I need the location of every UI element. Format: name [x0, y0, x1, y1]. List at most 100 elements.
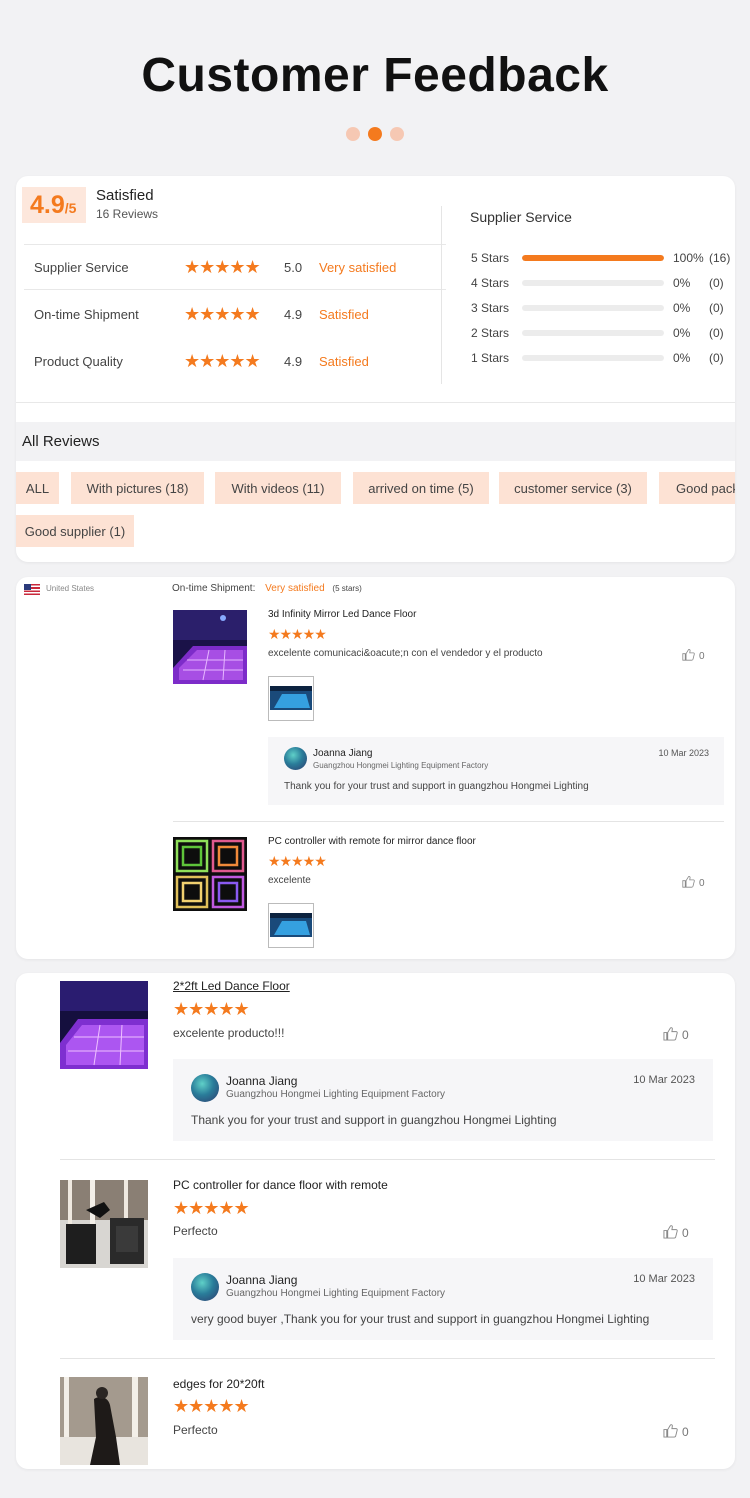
like-button[interactable]: 0 [663, 1026, 689, 1044]
product-title[interactable]: 3d Infinity Mirror Led Dance Floor [268, 609, 416, 620]
all-reviews-title: All Reviews [22, 433, 100, 450]
product-image[interactable] [173, 610, 247, 684]
reply-text: Thank you for your trust and support in … [191, 1113, 557, 1127]
star-rating-icon: ★★★★★ [184, 350, 261, 371]
breakdown-percent: 100% [673, 251, 704, 265]
like-count: 0 [699, 650, 705, 662]
rating-summary-card: 4.9/5 Satisfied 16 Reviews Supplier Serv… [16, 176, 735, 562]
seller-name: Joanna Jiang [226, 1074, 298, 1088]
like-button[interactable]: 0 [663, 1423, 689, 1441]
divider [60, 1358, 715, 1359]
thumbs-up-icon [682, 648, 695, 664]
product-title[interactable]: PC controller with remote for mirror dan… [268, 836, 476, 847]
product-title[interactable]: edges for 20*20ft [173, 1377, 264, 1391]
carousel-dot[interactable] [390, 127, 404, 141]
product-image[interactable] [60, 1377, 148, 1465]
shipment-rating-line: On-time Shipment: Very satisfied (5 star… [172, 583, 362, 594]
score-suffix: /5 [64, 200, 77, 216]
page-title: Customer Feedback [141, 49, 609, 102]
filter-chip-customer-service[interactable]: customer service (3) [499, 472, 647, 504]
filter-chip-with-pictures[interactable]: With pictures (18) [71, 472, 204, 504]
seller-reply: Joanna Jiang Guangzhou Hongmei Lighting … [268, 737, 724, 805]
divider [441, 206, 442, 384]
reply-text: Thank you for your trust and support in … [284, 781, 589, 792]
all-reviews-header [16, 422, 735, 461]
seller-company: Guangzhou Hongmei Lighting Equipment Fac… [226, 1288, 446, 1299]
reviewer-country: United States [46, 584, 95, 593]
star-rating-icon: ★★★★★ [268, 626, 327, 642]
filter-chip-good-pack[interactable]: Good pack [659, 472, 735, 504]
like-button[interactable]: 0 [682, 875, 705, 891]
breakdown-count: (0) [709, 326, 724, 340]
breakdown-percent: 0% [673, 276, 691, 290]
breakdown-percent: 0% [673, 301, 691, 315]
metric-value: 4.9 [284, 353, 303, 369]
thumbs-up-icon [682, 875, 695, 891]
breakdown-row-5: 5 Stars 100% (16) [471, 249, 735, 267]
review-card: United States On-time Shipment: Very sat… [16, 577, 735, 959]
product-image[interactable] [60, 1180, 148, 1268]
product-image[interactable] [60, 981, 148, 1069]
review-photo-thumbnail[interactable] [268, 676, 314, 721]
review-count: 16 Reviews [96, 207, 159, 221]
breakdown-row-3: 3 Stars 0% (0) [471, 299, 735, 317]
filter-chip-with-videos[interactable]: With videos (11) [215, 472, 341, 504]
reply-date: 10 Mar 2023 [633, 1273, 695, 1285]
filter-chip-arrived-on-time[interactable]: arrived on time (5) [353, 472, 489, 504]
breakdown-percent: 0% [673, 351, 691, 365]
divider [173, 821, 724, 822]
breakdown-percent: 0% [673, 326, 691, 340]
metric-row-on-time-shipment: On-time Shipment ★★★★★ 4.9 Satisfied [24, 291, 446, 337]
like-count: 0 [682, 1425, 689, 1439]
star-rating-icon: ★★★★★ [173, 999, 250, 1019]
breakdown-row-1: 1 Stars 0% (0) [471, 349, 735, 367]
star-rating-icon: ★★★★★ [173, 1198, 250, 1218]
seller-reply: Joanna Jiang Guangzhou Hongmei Lighting … [173, 1059, 713, 1141]
thumbs-up-icon [663, 1224, 678, 1242]
reply-date: 10 Mar 2023 [658, 748, 709, 758]
carousel-dot-active[interactable] [368, 127, 382, 141]
metric-value: 5.0 [284, 259, 303, 275]
metric-rating: Satisfied [319, 306, 369, 322]
breakdown-title: Supplier Service [470, 209, 572, 225]
like-count: 0 [699, 877, 705, 889]
product-image[interactable] [173, 837, 247, 911]
like-count: 0 [682, 1028, 689, 1042]
filter-chip-good-supplier[interactable]: Good supplier (1) [16, 515, 134, 547]
review-text: excelente producto!!! [173, 1026, 285, 1040]
breakdown-count: (0) [709, 301, 724, 315]
shipment-rating: Very satisfied [265, 583, 325, 594]
review-text: Perfecto [173, 1423, 218, 1437]
seller-name: Joanna Jiang [226, 1273, 298, 1287]
seller-name: Joanna Jiang [313, 748, 373, 759]
breakdown-label: 3 Stars [471, 301, 510, 315]
carousel-dot[interactable] [346, 127, 360, 141]
star-rating-icon: ★★★★★ [184, 256, 261, 277]
progress-bar [522, 330, 664, 336]
filter-chip-all[interactable]: ALL [16, 472, 59, 504]
breakdown-count: (0) [709, 351, 724, 365]
metric-row-product-quality: Product Quality ★★★★★ 4.9 Satisfied [24, 338, 446, 384]
breakdown-label: 2 Stars [471, 326, 510, 340]
like-button[interactable]: 0 [682, 648, 705, 664]
us-flag-icon [24, 584, 40, 595]
breakdown-count: (16) [709, 251, 731, 265]
overall-score: 4.9 [30, 191, 65, 219]
breakdown-label: 4 Stars [471, 276, 510, 290]
progress-bar [522, 305, 664, 311]
progress-bar [522, 280, 664, 286]
product-title[interactable]: 2*2ft Led Dance Floor [173, 979, 290, 993]
divider [60, 1159, 715, 1160]
review-photo-thumbnail[interactable] [268, 903, 314, 948]
like-button[interactable]: 0 [663, 1224, 689, 1242]
overall-label: Satisfied [96, 187, 154, 204]
seller-avatar [191, 1273, 219, 1301]
like-count: 0 [682, 1226, 689, 1240]
progress-fill [522, 255, 664, 261]
breakdown-row-4: 4 Stars 0% (0) [471, 274, 735, 292]
carousel-dots [0, 127, 750, 141]
seller-company: Guangzhou Hongmei Lighting Equipment Fac… [226, 1089, 446, 1100]
overall-score-badge: 4.9/5 [22, 187, 86, 223]
product-title[interactable]: PC controller for dance floor with remot… [173, 1178, 388, 1192]
metric-label: Supplier Service [34, 259, 129, 275]
